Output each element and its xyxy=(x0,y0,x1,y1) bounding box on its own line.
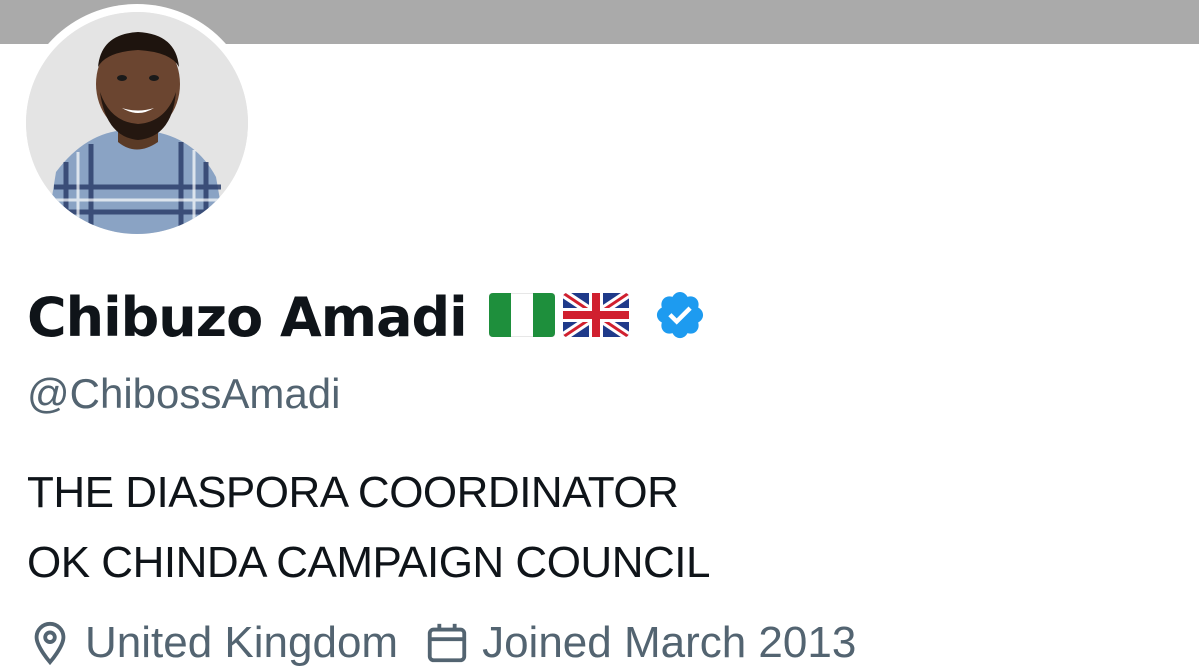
location-text: United Kingdom xyxy=(85,618,399,667)
avatar[interactable] xyxy=(26,12,248,234)
joined-item: Joined March 2013 xyxy=(424,618,856,668)
display-name: Chibuzo Amadi xyxy=(27,285,468,349)
uk-flag-icon xyxy=(562,292,629,342)
avatar-photo xyxy=(26,12,248,234)
nigeria-flag-icon xyxy=(488,292,556,342)
location-item: United Kingdom xyxy=(27,618,398,668)
calendar-icon xyxy=(427,623,467,663)
joined-text: Joined March 2013 xyxy=(482,618,857,667)
location-pin-icon xyxy=(34,621,66,666)
avatar-frame[interactable] xyxy=(18,4,256,242)
user-handle: @ChibossAmadi xyxy=(27,370,341,417)
verified-badge-icon[interactable] xyxy=(653,288,707,347)
bio-line-2: OK CHINDA CAMPAIGN COUNCIL xyxy=(27,538,710,587)
profile-meta-row: United Kingdom Joined March 2013 xyxy=(27,618,882,668)
display-name-row: Chibuzo Amadi xyxy=(27,282,707,352)
bio-line-1: THE DIASPORA COORDINATOR xyxy=(27,468,679,517)
